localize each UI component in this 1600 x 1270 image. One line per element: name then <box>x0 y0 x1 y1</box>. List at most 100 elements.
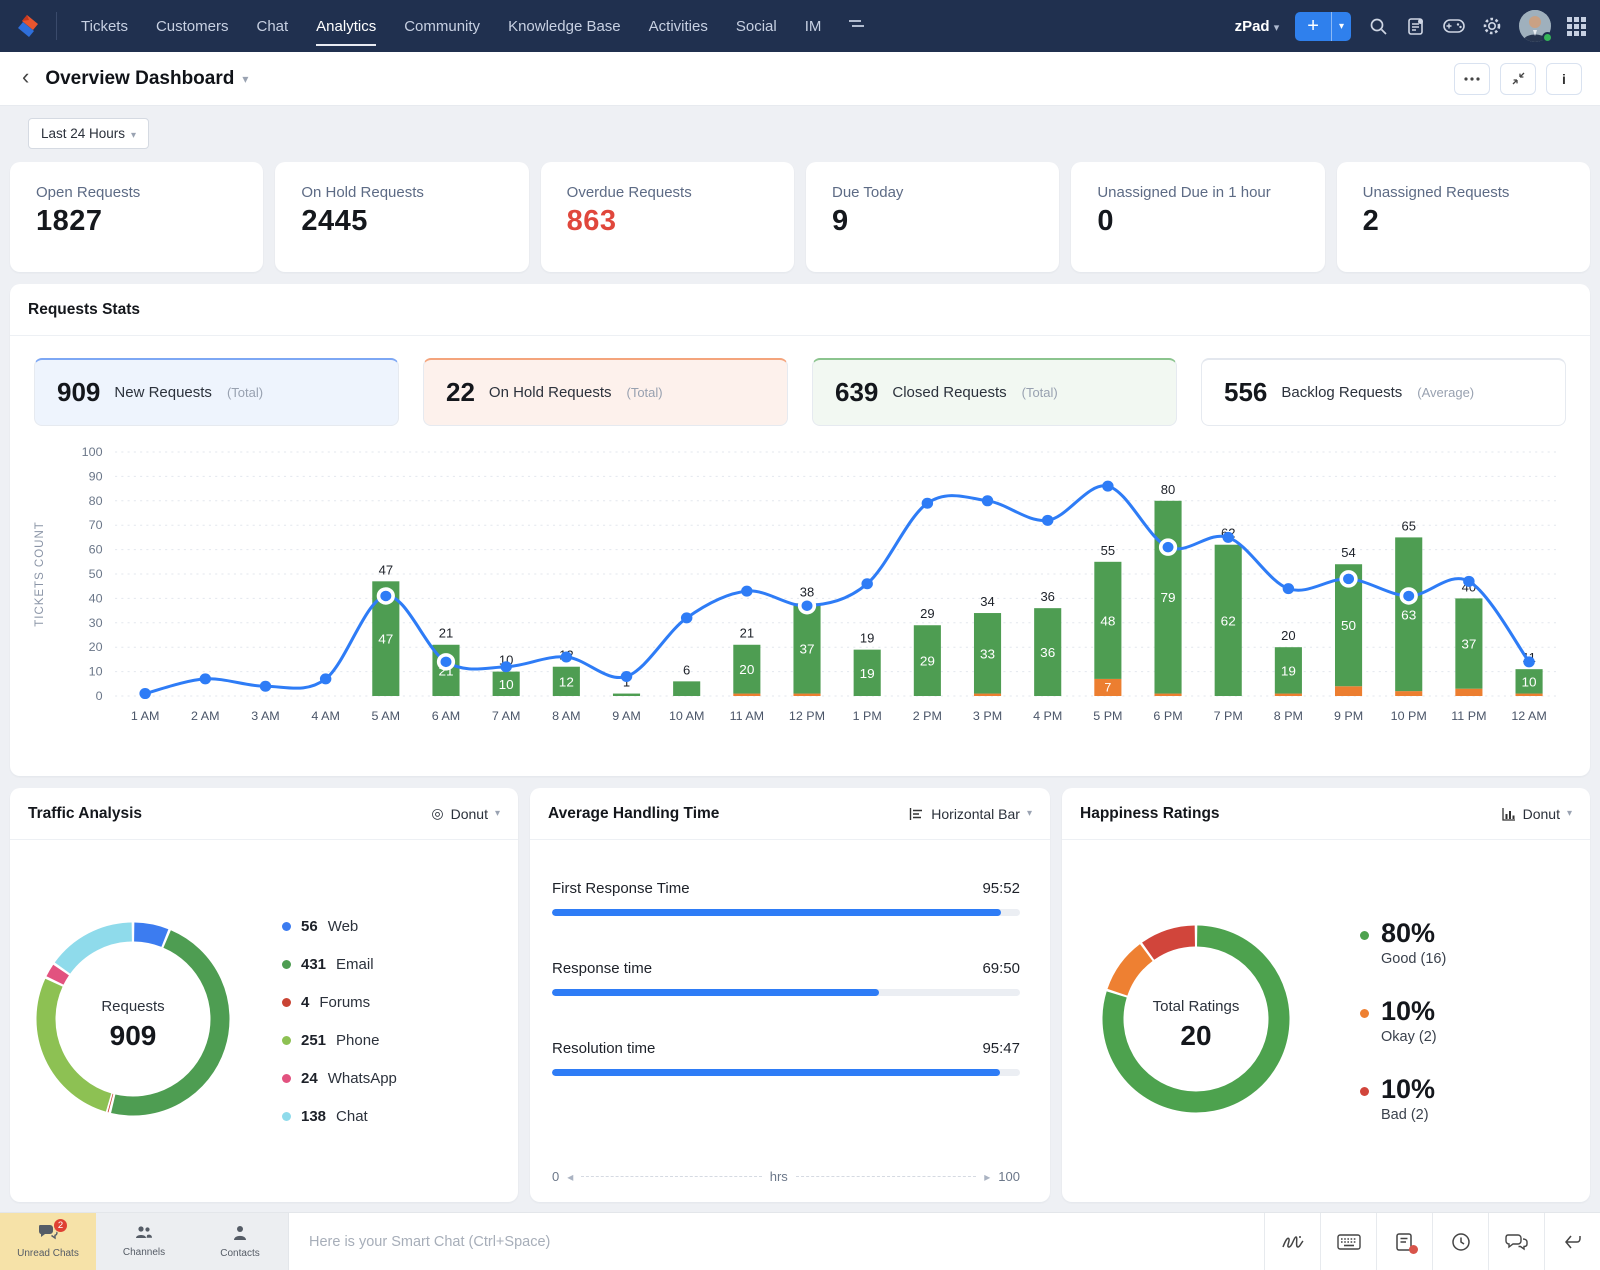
happiness-legend-okay[interactable]: 10% Okay (2) <box>1360 996 1446 1045</box>
legend-value: 138 <box>301 1107 327 1125</box>
stat-card-overdue-requests[interactable]: Overdue Requests 863 <box>540 162 794 272</box>
traffic-view-selector[interactable]: ◎ Donut ▾ <box>431 805 500 822</box>
nav-item-analytics[interactable]: Analytics <box>302 0 390 52</box>
time-range-filter[interactable]: Last 24 Hours ▾ <box>28 117 150 149</box>
tile-value: 639 <box>835 377 879 407</box>
nav-item-community[interactable]: Community <box>390 0 494 52</box>
svg-text:5 AM: 5 AM <box>372 709 400 723</box>
clock-icon[interactable] <box>1432 1213 1488 1270</box>
online-status-dot <box>1542 32 1553 43</box>
nav-item-social[interactable]: Social <box>722 0 791 52</box>
app-grid-icon[interactable] <box>1567 16 1586 36</box>
summary-tile-on-hold-requests[interactable]: 22 On Hold Requests (Total) <box>423 358 788 426</box>
nav-item-chat[interactable]: Chat <box>242 0 302 52</box>
svg-text:29: 29 <box>920 654 935 669</box>
svg-text:10 AM: 10 AM <box>669 709 704 723</box>
svg-text:10: 10 <box>499 677 514 692</box>
search-icon[interactable] <box>1367 15 1389 37</box>
legend-dot <box>1360 1086 1369 1096</box>
legend-item-email[interactable]: 431 Email <box>282 956 397 973</box>
handling-bar <box>552 909 1020 916</box>
chat-bubbles-icon: 2 <box>38 1218 68 1245</box>
legend-label: WhatsApp <box>327 1069 397 1087</box>
notes-icon[interactable] <box>1376 1213 1432 1270</box>
svg-text:4 PM: 4 PM <box>1033 709 1062 723</box>
panel-title: Traffic Analysis <box>28 804 143 822</box>
handling-view-selector[interactable]: Horizontal Bar ▾ <box>909 806 1032 822</box>
chevron-down-icon[interactable]: ▾ <box>242 72 248 86</box>
legend-item-chat[interactable]: 138 Chat <box>282 1108 397 1125</box>
svg-text:54: 54 <box>1341 545 1355 560</box>
svg-text:33: 33 <box>980 647 995 662</box>
svg-text:47: 47 <box>378 632 393 647</box>
tile-suffix: (Total) <box>226 385 264 400</box>
happiness-legend-bad[interactable]: 10% Bad (2) <box>1360 1074 1446 1123</box>
summary-tile-backlog-requests[interactable]: 556 Backlog Requests (Average) <box>1201 358 1566 426</box>
add-button[interactable]: + ▾ <box>1295 11 1351 41</box>
stat-card-unassigned-requests[interactable]: Unassigned Requests 2 <box>1336 162 1590 272</box>
people-group-icon <box>134 1225 154 1244</box>
svg-text:0: 0 <box>96 689 103 703</box>
gamescope-icon[interactable] <box>1443 15 1465 37</box>
dock-tabs: 2 Unread Chats Channels Contacts <box>0 1213 288 1270</box>
average-handling-body: First Response Time 95:52 Response time 69:… <box>530 840 1050 1202</box>
collapse-button[interactable] <box>1500 62 1536 95</box>
product-switcher[interactable]: zPad ▾ <box>1235 18 1280 35</box>
svg-text:80: 80 <box>89 494 103 508</box>
svg-text:3 AM: 3 AM <box>251 709 279 723</box>
summary-tile-closed-requests[interactable]: 639 Closed Requests (Total) <box>812 358 1177 426</box>
happiness-label: Good (16) <box>1381 951 1447 968</box>
smart-chat-input[interactable] <box>309 1233 1244 1250</box>
summary-tile-new-requests[interactable]: 909 New Requests (Total) <box>34 358 399 426</box>
legend-item-whatsapp[interactable]: 24 WhatsApp <box>282 1070 397 1087</box>
svg-text:37: 37 <box>1461 637 1476 652</box>
dock-tab-channels[interactable]: Channels <box>96 1213 192 1270</box>
nav-item-activities[interactable]: Activities <box>635 0 722 52</box>
svg-text:48: 48 <box>1100 614 1115 629</box>
back-button[interactable]: ‹ <box>18 64 39 94</box>
nav-item-tickets[interactable]: Tickets <box>67 0 142 52</box>
happiness-legend-good[interactable]: 80% Good (16) <box>1360 919 1446 967</box>
nav-item-im[interactable]: IM <box>791 0 836 52</box>
user-avatar[interactable] <box>1519 10 1553 43</box>
chat-bubbles-icon[interactable] <box>1488 1213 1544 1270</box>
panel-title: Requests Stats <box>28 300 140 318</box>
svg-text:11 AM: 11 AM <box>730 709 765 723</box>
legend-item-forums[interactable]: 4 Forums <box>282 994 397 1011</box>
svg-text:19: 19 <box>860 666 875 681</box>
stat-card-due-today[interactable]: Due Today 9 <box>805 162 1060 272</box>
dock-tab-contacts[interactable]: Contacts <box>192 1213 288 1270</box>
svg-text:12: 12 <box>559 675 574 690</box>
stat-value: 9 <box>831 205 849 237</box>
nav-item-knowledge-base[interactable]: Knowledge Base <box>494 0 635 52</box>
dock-tab-unread-chats[interactable]: 2 Unread Chats <box>0 1213 96 1270</box>
nav-more-icon[interactable] <box>835 17 877 36</box>
keyboard-icon[interactable] <box>1320 1213 1376 1270</box>
svg-text:50: 50 <box>1341 618 1356 633</box>
legend-item-web[interactable]: 56 Web <box>282 918 397 935</box>
more-options-button[interactable] <box>1454 62 1490 95</box>
svg-text:8 AM: 8 AM <box>552 709 580 723</box>
legend-dot <box>282 1073 291 1083</box>
page-title: Overview Dashboard <box>45 67 235 89</box>
stat-cards-row: Open Requests 1827 On Hold Requests 2445 Ove… <box>10 162 1590 272</box>
svg-text:10: 10 <box>1522 675 1537 690</box>
svg-text:3 PM: 3 PM <box>973 709 1002 723</box>
stat-card-on-hold-requests[interactable]: On Hold Requests 2445 <box>275 162 529 272</box>
chevron-down-icon: ▾ <box>1273 21 1280 34</box>
brand[interactable] <box>14 12 57 40</box>
legend-label: Forums <box>319 993 371 1011</box>
gear-icon[interactable] <box>1481 15 1503 37</box>
svg-text:1 AM: 1 AM <box>131 709 159 723</box>
nav-item-customers[interactable]: Customers <box>142 0 243 52</box>
stat-card-unassigned-due-in-1-hour[interactable]: Unassigned Due in 1 hour 0 <box>1071 162 1325 272</box>
info-button[interactable]: i <box>1546 62 1582 95</box>
collapse-dock-icon[interactable] <box>1544 1213 1600 1270</box>
happiness-view-selector[interactable]: Donut ▾ <box>1501 806 1572 822</box>
stat-card-open-requests[interactable]: Open Requests 1827 <box>10 162 264 272</box>
svg-text:90: 90 <box>89 470 103 484</box>
feeds-icon[interactable] <box>1405 15 1427 37</box>
svg-text:TICKETS COUNT: TICKETS COUNT <box>33 521 46 627</box>
zia-icon[interactable] <box>1264 1213 1320 1270</box>
legend-item-phone[interactable]: 251 Phone <box>282 1032 397 1049</box>
